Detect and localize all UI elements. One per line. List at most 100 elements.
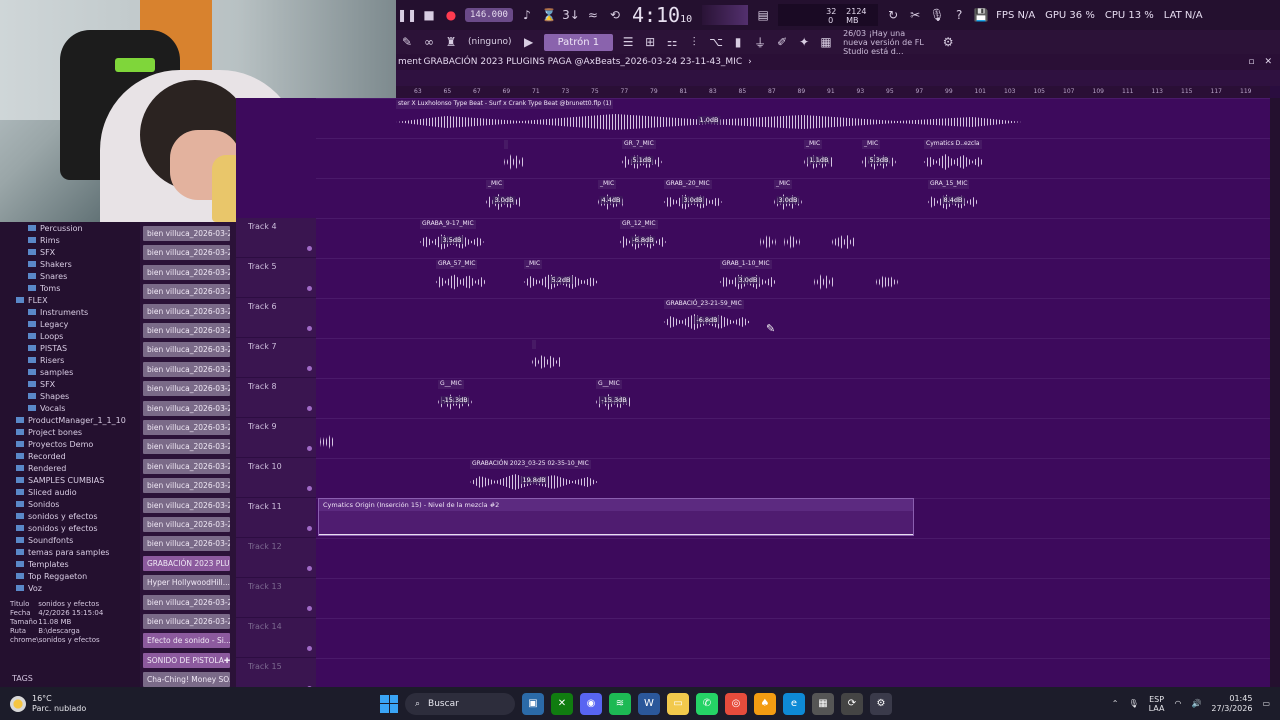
- timeline-ruler[interactable]: 63 65 67 69 71 73 75 77 79 81 83 85 87 89 91 93 95 97 99 10…: [396, 86, 1270, 98]
- audio-clip[interactable]: GR_7_MIC 5.1dB: [622, 140, 662, 176]
- channel-button[interactable]: bien villuca_2026-03-27_: [143, 264, 230, 280]
- browser-folder[interactable]: Percussion: [0, 222, 140, 234]
- channel-button[interactable]: bien villuca_2026-03-27_: [143, 594, 230, 610]
- keyboard-icon[interactable]: ▤: [753, 5, 773, 25]
- weather-widget[interactable]: 16°C Parc. nublado: [0, 694, 200, 714]
- mic-tray-icon[interactable]: 🎙: [1128, 699, 1138, 708]
- audio-clip[interactable]: GRABACIÓN 2023_03-25 02-35-10_MIC 19.8dB: [470, 460, 598, 496]
- track-header[interactable]: Track 4: [236, 218, 316, 258]
- channel-filter[interactable]: (ninguno): [462, 37, 518, 47]
- channel-button[interactable]: bien villuca_2026-03-27_: [143, 323, 230, 338]
- track-header[interactable]: Track 12: [236, 538, 316, 578]
- notification-icon[interactable]: ▭: [1262, 699, 1270, 708]
- tree-icon[interactable]: ⌥: [706, 32, 726, 52]
- browser-folder[interactable]: Legacy: [0, 318, 140, 330]
- track-header[interactable]: Track 10: [236, 458, 316, 498]
- track-dot-icon[interactable]: [307, 326, 312, 331]
- browser-folder[interactable]: Recorded: [0, 450, 140, 462]
- folder-icon[interactable]: ▭: [667, 692, 689, 715]
- record-button[interactable]: ●: [441, 5, 461, 25]
- browser-folder[interactable]: Rendered: [0, 462, 140, 474]
- browser-folder[interactable]: FLEX: [0, 294, 140, 306]
- wifi-icon[interactable]: ◠: [1174, 699, 1181, 708]
- whatsapp-icon[interactable]: ✆: [696, 692, 718, 715]
- track-header[interactable]: Track 13: [236, 578, 316, 618]
- help-icon[interactable]: ?: [949, 5, 969, 25]
- track-dot-icon[interactable]: [307, 366, 312, 371]
- audio-clip[interactable]: _MIC 5.2dB: [524, 260, 598, 296]
- channel-rack-icon[interactable]: ⊞: [640, 32, 660, 52]
- countdown-icon[interactable]: 3↓: [561, 5, 581, 25]
- browser-folder[interactable]: Soundfonts: [0, 534, 140, 546]
- browser-folder[interactable]: Sliced audio: [0, 486, 140, 498]
- chrome-icon[interactable]: ◎: [725, 692, 747, 715]
- track-header[interactable]: Track 5: [236, 258, 316, 298]
- blend-icon[interactable]: ≈: [583, 5, 603, 25]
- audio-clip[interactable]: GRA_15_MIC 8.4dB: [928, 180, 978, 216]
- scrollbar[interactable]: [1270, 98, 1280, 687]
- audio-clip[interactable]: [814, 260, 834, 296]
- news-panel[interactable]: 26/03 ¡Hay una nueva versión de FL Studi…: [837, 29, 937, 56]
- track-dot-icon[interactable]: [307, 606, 312, 611]
- channel-button[interactable]: bien villuca_2026-03-27_: [143, 284, 230, 300]
- start-icon[interactable]: [380, 694, 398, 713]
- track-dot-icon[interactable]: [307, 286, 312, 291]
- stop-button[interactable]: ■: [419, 5, 439, 25]
- track-header[interactable]: Track 6: [236, 298, 316, 338]
- audio-clip[interactable]: [832, 220, 856, 256]
- audio-clip[interactable]: GRAB_-20_MIC 3.0dB: [664, 180, 722, 216]
- pattern-selector[interactable]: Patrón 1: [543, 33, 614, 51]
- browser-folder[interactable]: Snares: [0, 270, 140, 282]
- track-dot-icon[interactable]: [307, 526, 312, 531]
- tempo-display[interactable]: 146.000: [465, 8, 513, 22]
- audio-clip[interactable]: _MIC 1.1dB: [804, 140, 834, 176]
- audio-clip[interactable]: GR_12_MIC -6.8dB: [620, 220, 666, 256]
- close-icon[interactable]: ✕: [1264, 57, 1272, 67]
- chevron-up-icon[interactable]: ⌃: [1112, 699, 1119, 708]
- sheet-icon[interactable]: ▦: [816, 32, 836, 52]
- language-indicator[interactable]: ESP LAA: [1149, 695, 1165, 713]
- brush-icon[interactable]: ✐: [772, 32, 792, 52]
- audio-clip[interactable]: [784, 220, 800, 256]
- channel-button[interactable]: bien villuca_2026-03-27_: [143, 420, 230, 435]
- search-box[interactable]: ⌕ Buscar: [405, 692, 515, 715]
- loop-record-icon[interactable]: ⟲: [605, 5, 625, 25]
- audio-clip[interactable]: G__MIC -15.3dB: [438, 380, 472, 416]
- edge-icon[interactable]: e: [783, 692, 805, 715]
- maximize-icon[interactable]: ▫: [1248, 57, 1254, 67]
- track-dot-icon[interactable]: [307, 246, 312, 251]
- channel-button[interactable]: Efecto de sonido - Si...✚: [143, 633, 230, 649]
- audio-clip[interactable]: Cymatics D..ezcla: [924, 140, 984, 176]
- browser-folder[interactable]: Shapes: [0, 390, 140, 402]
- browser-folder[interactable]: SAMPLES CUMBIAS: [0, 474, 140, 486]
- channel-button[interactable]: bien villuca_2026-03-27_: [143, 478, 230, 494]
- track-header[interactable]: Track 8: [236, 378, 316, 418]
- playlist-area[interactable]: Track 4 Track 5 Track 6 Track 7 Track 8 Track…: [236, 98, 1270, 687]
- browser-folder[interactable]: Instruments: [0, 306, 140, 318]
- audio-clip[interactable]: _MIC 5.3dB: [862, 140, 896, 176]
- volume-icon[interactable]: 🔊: [1191, 699, 1201, 708]
- spotify-icon[interactable]: ≋: [609, 692, 631, 715]
- channel-button[interactable]: GRABACIÓN 2023 PLU...✚: [143, 555, 230, 571]
- channel-button[interactable]: Hyper HollywoodHill...✚: [143, 575, 230, 591]
- pause-icon[interactable]: ❚❚: [397, 5, 417, 25]
- track-dot-icon[interactable]: [307, 486, 312, 491]
- browser-folder[interactable]: Rims: [0, 234, 140, 246]
- channel-button[interactable]: SONIDO DE PISTOLA ✚: [143, 652, 230, 668]
- channel-button[interactable]: Cha-Ching! Money SO...✚: [143, 672, 230, 688]
- audio-clip[interactable]: GRABACIÓ_23-21-59_MIC -6.8dB: [664, 300, 750, 336]
- browser-folder[interactable]: SFX: [0, 246, 140, 258]
- browser-folder[interactable]: Sonidos: [0, 498, 140, 510]
- channel-button[interactable]: bien villuca_2026-03-27_: [143, 439, 230, 455]
- browser-folder[interactable]: Voz: [0, 582, 140, 594]
- audio-clip[interactable]: _MIC 3.0dB: [774, 180, 802, 216]
- browser-folder[interactable]: samples: [0, 366, 140, 378]
- channel-button[interactable]: bien villuca_2026-03-27_: [143, 614, 230, 629]
- browser-folder[interactable]: Loops: [0, 330, 140, 342]
- browser-folder[interactable]: Risers: [0, 354, 140, 366]
- piano-roll-icon[interactable]: ⚏: [662, 32, 682, 52]
- channel-button[interactable]: bien villuca_2026-03-26_: [143, 226, 230, 241]
- track-dot-icon[interactable]: [307, 446, 312, 451]
- browser-folder[interactable]: Proyectos Demo: [0, 438, 140, 450]
- song-position[interactable]: 4:1010: [632, 3, 692, 27]
